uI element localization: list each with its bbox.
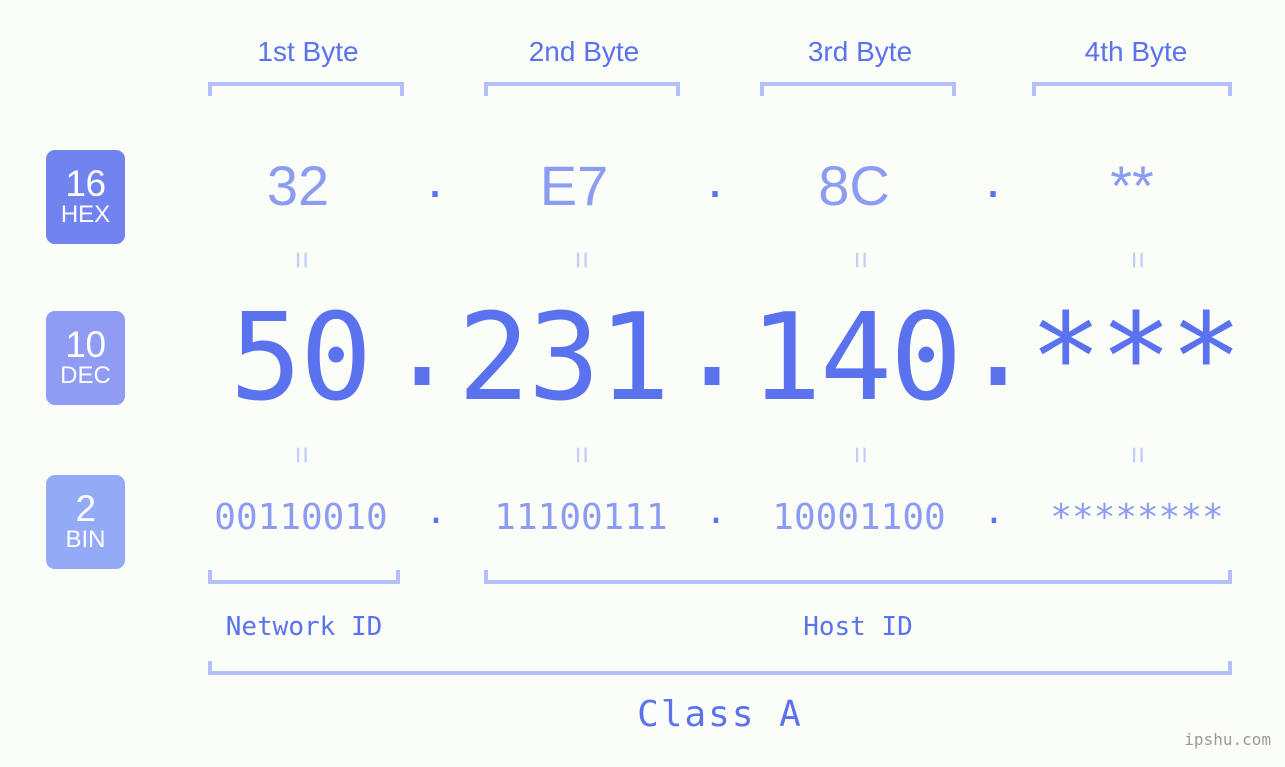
base-badge-hex[interactable]: 16 HEX [46,150,125,244]
dec-byte-3: 140 [749,289,963,428]
equals-icon-hex-dec-2: = [565,251,598,269]
equals-icon-hex-dec-3: = [844,251,877,269]
network-id-bracket [208,570,400,584]
hex-separator-2: . [707,146,723,209]
dec-separator-2: . [676,275,749,414]
base-badge-dec-number: 10 [65,324,106,365]
byte-header-3: 3rd Byte [807,36,913,67]
network-id-label: Network ID [225,612,383,642]
hex-byte-1: 32 [266,154,330,217]
bin-byte-4: ******** [1050,497,1224,538]
hex-byte-2: E7 [539,154,609,217]
hex-separator-3: . [985,146,1001,209]
equals-icon-dec-bin-3: = [844,446,877,464]
base-badge-bin-number: 2 [75,488,96,529]
equals-icon-dec-bin-1: = [285,446,318,464]
dec-separator-1: . [386,275,459,414]
dec-byte-1: 50 [229,289,373,428]
byte-header-2: 2nd Byte [528,36,640,67]
equals-icon-dec-bin-4: = [1121,446,1154,464]
base-badge-hex-number: 16 [65,163,106,204]
byte-bracket-1 [208,82,404,96]
equals-icon-hex-dec-4: = [1121,251,1154,269]
bin-separator-2: . [705,491,727,532]
hex-byte-3: 8C [818,154,890,217]
class-label: Class A [637,694,803,735]
ip-byte-breakdown-diagram: 1st Byte 2nd Byte 3rd Byte 4th Byte 16 H… [0,0,1285,767]
bin-byte-2: 11100111 [494,497,668,538]
base-badge-dec-name: DEC [60,362,111,389]
dec-byte-2: 231 [457,289,671,428]
site-watermark: ipshu.com [1184,730,1271,749]
bin-separator-3: . [983,491,1005,532]
byte-header-4: 4th Byte [1084,36,1188,67]
byte-bracket-2 [484,82,680,96]
base-badge-dec[interactable]: 10 DEC [46,311,125,405]
bin-byte-3: 10001100 [772,497,946,538]
dec-byte-4: *** [1029,289,1243,428]
bin-byte-1: 00110010 [214,497,388,538]
hex-separator-1: . [427,146,443,209]
base-badge-bin[interactable]: 2 BIN [46,475,125,569]
host-id-bracket [484,570,1232,584]
byte-bracket-3 [760,82,956,96]
host-id-label: Host ID [803,612,913,642]
hex-byte-4: ** [1110,154,1154,217]
bin-separator-1: . [425,491,447,532]
base-badge-hex-name: HEX [60,201,111,228]
byte-bracket-4 [1032,82,1232,96]
byte-header-1: 1st Byte [257,36,359,67]
class-bracket [208,661,1232,675]
equals-icon-dec-bin-2: = [565,446,598,464]
dec-separator-3: . [962,275,1035,414]
equals-icon-hex-dec-1: = [285,251,318,269]
base-badge-bin-name: BIN [65,526,106,553]
